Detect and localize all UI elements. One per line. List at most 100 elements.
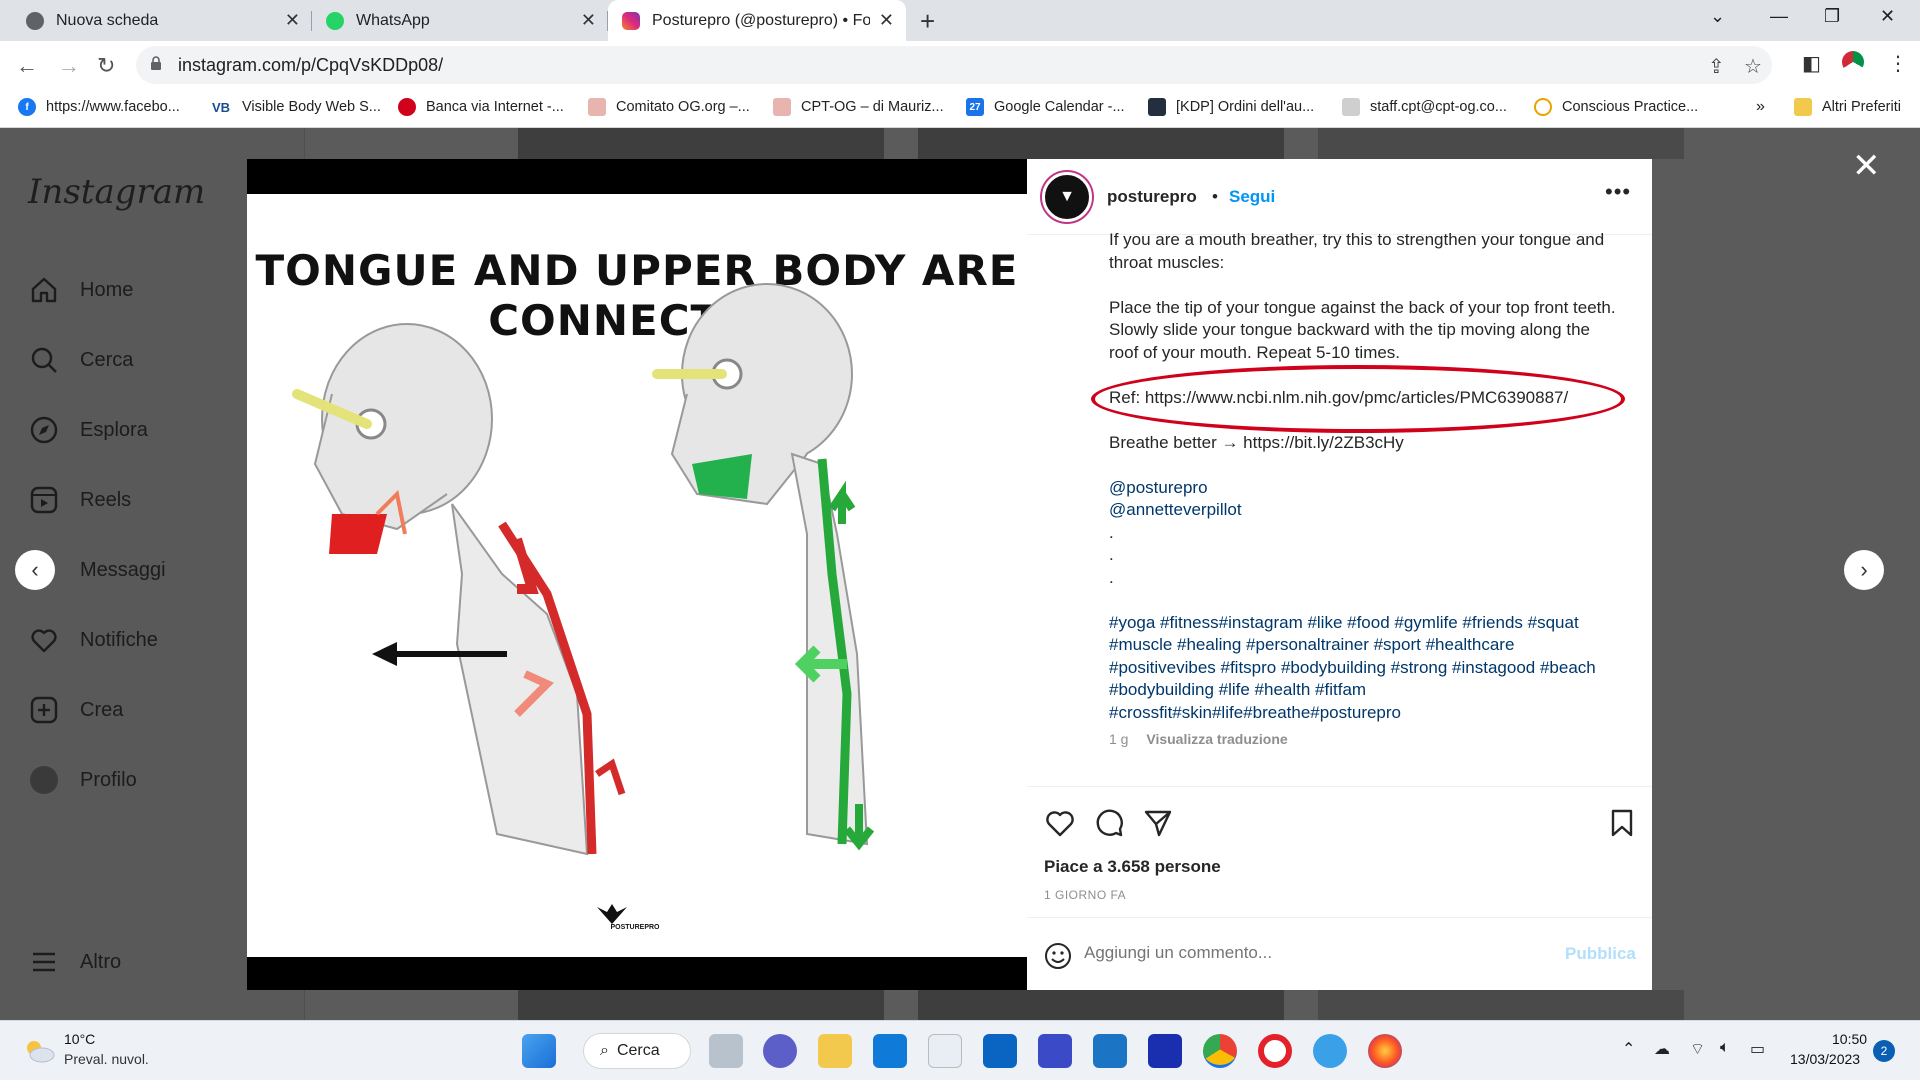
- close-icon[interactable]: ✕: [879, 10, 894, 31]
- weather-description[interactable]: Preval. nuvol.: [64, 1051, 149, 1067]
- nav-home[interactable]: Home: [28, 274, 133, 306]
- bookmark-kdp[interactable]: [KDP] Ordini dell'au...: [1148, 98, 1314, 116]
- taskbar-search[interactable]: ⌕ Cerca: [583, 1033, 691, 1069]
- comment-icon[interactable]: [1093, 807, 1125, 839]
- publish-button[interactable]: Pubblica: [1565, 944, 1636, 964]
- tab-title: Nuova scheda: [56, 11, 159, 29]
- bookmark-facebook[interactable]: f https://www.facebo...: [18, 98, 180, 116]
- background-thumbnail: [1318, 128, 1684, 159]
- heart-icon[interactable]: [1044, 807, 1076, 839]
- tray-chevron-icon[interactable]: ⌃: [1622, 1039, 1635, 1059]
- nav-profile[interactable]: Profilo: [28, 764, 137, 796]
- comment-input[interactable]: [1084, 943, 1504, 963]
- nav-search[interactable]: Cerca: [28, 344, 133, 376]
- close-icon[interactable]: ✕: [285, 10, 300, 31]
- more-bookmarks-button[interactable]: »: [1756, 98, 1765, 116]
- nav-label: Profilo: [80, 768, 137, 791]
- media-player-icon[interactable]: [1038, 1034, 1072, 1068]
- nav-more[interactable]: Altro: [28, 946, 121, 978]
- tab-strip: Nuova scheda ✕ WhatsApp ✕ Posturepro (@p…: [0, 0, 1920, 41]
- nav-label: Home: [80, 278, 134, 301]
- background-thumbnail: [518, 128, 884, 159]
- close-modal-icon[interactable]: ✕: [1852, 146, 1881, 186]
- mail-icon[interactable]: [983, 1034, 1017, 1068]
- network-offline-icon[interactable]: ☁: [1654, 1039, 1670, 1059]
- microsoft-store-icon[interactable]: [928, 1034, 962, 1068]
- posturepro-avatar[interactable]: ▼: [1042, 172, 1092, 222]
- mail-icon: [1342, 98, 1360, 116]
- search-icon: ⌕: [600, 1042, 609, 1059]
- firefox-icon[interactable]: [1368, 1034, 1402, 1068]
- windows-start-icon[interactable]: [522, 1034, 556, 1068]
- chrome-icon[interactable]: [1203, 1034, 1237, 1068]
- volume-icon[interactable]: 🔈︎: [1720, 1039, 1730, 1057]
- profile-avatar[interactable]: [1842, 51, 1864, 73]
- mention-annetteverpillot[interactable]: @annetteverpillot: [1109, 499, 1619, 522]
- translate-link[interactable]: Visualizza traduzione: [1146, 731, 1287, 747]
- sidebar-icon[interactable]: ◧: [1802, 51, 1821, 76]
- next-post-button[interactable]: ›: [1844, 550, 1884, 590]
- bookmark-visible-body[interactable]: VB Visible Body Web S...: [210, 98, 381, 116]
- whiteboard-icon[interactable]: [1148, 1034, 1182, 1068]
- nav-reels[interactable]: Reels: [28, 484, 131, 516]
- previous-post-button[interactable]: ‹: [15, 550, 55, 590]
- address-bar[interactable]: instagram.com/p/CpqVsKDDp08/ ⇪ ☆: [136, 46, 1772, 84]
- new-tab-button[interactable]: +: [920, 6, 935, 37]
- emoji-icon[interactable]: [1044, 942, 1072, 970]
- back-icon[interactable]: ←: [16, 53, 38, 79]
- file-explorer-icon[interactable]: [818, 1034, 852, 1068]
- background-thumbnail: [918, 990, 1284, 1020]
- tab-instagram[interactable]: Posturepro (@posturepro) • Foto ✕: [608, 0, 906, 41]
- tab-whatsapp[interactable]: WhatsApp ✕: [312, 0, 608, 41]
- bookmark-google-calendar[interactable]: 27 Google Calendar -...: [966, 98, 1125, 116]
- forward-icon[interactable]: →: [58, 53, 80, 79]
- restore-button[interactable]: ❐: [1824, 6, 1840, 27]
- bookmark-cpt-og[interactable]: CPT-OG – di Mauriz...: [773, 98, 944, 116]
- battery-icon[interactable]: ▭: [1750, 1039, 1765, 1059]
- calendar-icon: 27: [966, 98, 984, 116]
- opera-icon[interactable]: [1258, 1034, 1292, 1068]
- outlook-calendar-icon[interactable]: [873, 1034, 907, 1068]
- teams-chat-icon[interactable]: [763, 1034, 797, 1068]
- more-options-icon[interactable]: •••: [1605, 179, 1631, 205]
- nav-explore[interactable]: Esplora: [28, 414, 148, 446]
- bookmark-staff-mail[interactable]: staff.cpt@cpt-og.co...: [1342, 98, 1507, 116]
- nav-notifications[interactable]: Notifiche: [28, 624, 158, 656]
- bookmark-label: Google Calendar -...: [994, 99, 1125, 115]
- reload-icon[interactable]: ↻: [97, 53, 115, 79]
- share-icon[interactable]: [1142, 807, 1174, 839]
- calendar-app-icon[interactable]: [1093, 1034, 1127, 1068]
- caption-hashtags[interactable]: #yoga #fitness#instagram #like #food #gy…: [1109, 612, 1619, 725]
- wifi-icon[interactable]: ⌔: [1690, 1039, 1705, 1059]
- tab-search-icon[interactable]: ⌄: [1710, 6, 1725, 27]
- close-icon[interactable]: ✕: [581, 10, 596, 31]
- instagram-logo[interactable]: Instagram: [28, 172, 205, 212]
- nav-create[interactable]: Crea: [28, 694, 123, 726]
- tab-new-tab[interactable]: Nuova scheda ✕: [12, 0, 312, 41]
- url-text: instagram.com/p/CpqVsKDDp08/: [178, 55, 444, 75]
- caption-dot: .: [1109, 567, 1114, 587]
- paint-icon[interactable]: [1313, 1034, 1347, 1068]
- follow-button[interactable]: Segui: [1229, 187, 1275, 207]
- menu-kebab-icon[interactable]: ⋮: [1888, 51, 1908, 76]
- weather-temperature[interactable]: 10°C: [64, 1031, 95, 1047]
- bookmark-banca[interactable]: Banca via Internet -...: [398, 98, 564, 116]
- task-view-icon[interactable]: [709, 1034, 743, 1068]
- post-username[interactable]: posturepro: [1107, 187, 1197, 207]
- visiblebody-icon: VB: [211, 99, 231, 115]
- save-bookmark-icon[interactable]: [1606, 807, 1638, 839]
- likes-count[interactable]: Piace a 3.658 persone: [1044, 857, 1221, 877]
- clock-date[interactable]: 13/03/2023: [1790, 1051, 1860, 1067]
- bookmark-star-icon[interactable]: ☆: [1744, 54, 1762, 79]
- other-favorites-folder[interactable]: Altri Preferiti: [1794, 98, 1901, 116]
- separator-dot: •: [1212, 187, 1218, 206]
- mention-posturepro[interactable]: @posturepro: [1109, 477, 1619, 500]
- bookmark-conscious[interactable]: Conscious Practice...: [1534, 98, 1698, 116]
- bookmark-comitato[interactable]: Comitato OG.org –...: [588, 98, 750, 116]
- clock-time[interactable]: 10:50: [1832, 1031, 1867, 1047]
- posturepro-logo-icon: [597, 904, 627, 924]
- close-window-button[interactable]: ✕: [1880, 6, 1895, 27]
- notification-badge[interactable]: 2: [1873, 1040, 1895, 1062]
- share-icon[interactable]: ⇪: [1708, 54, 1725, 79]
- minimize-button[interactable]: —: [1770, 6, 1788, 27]
